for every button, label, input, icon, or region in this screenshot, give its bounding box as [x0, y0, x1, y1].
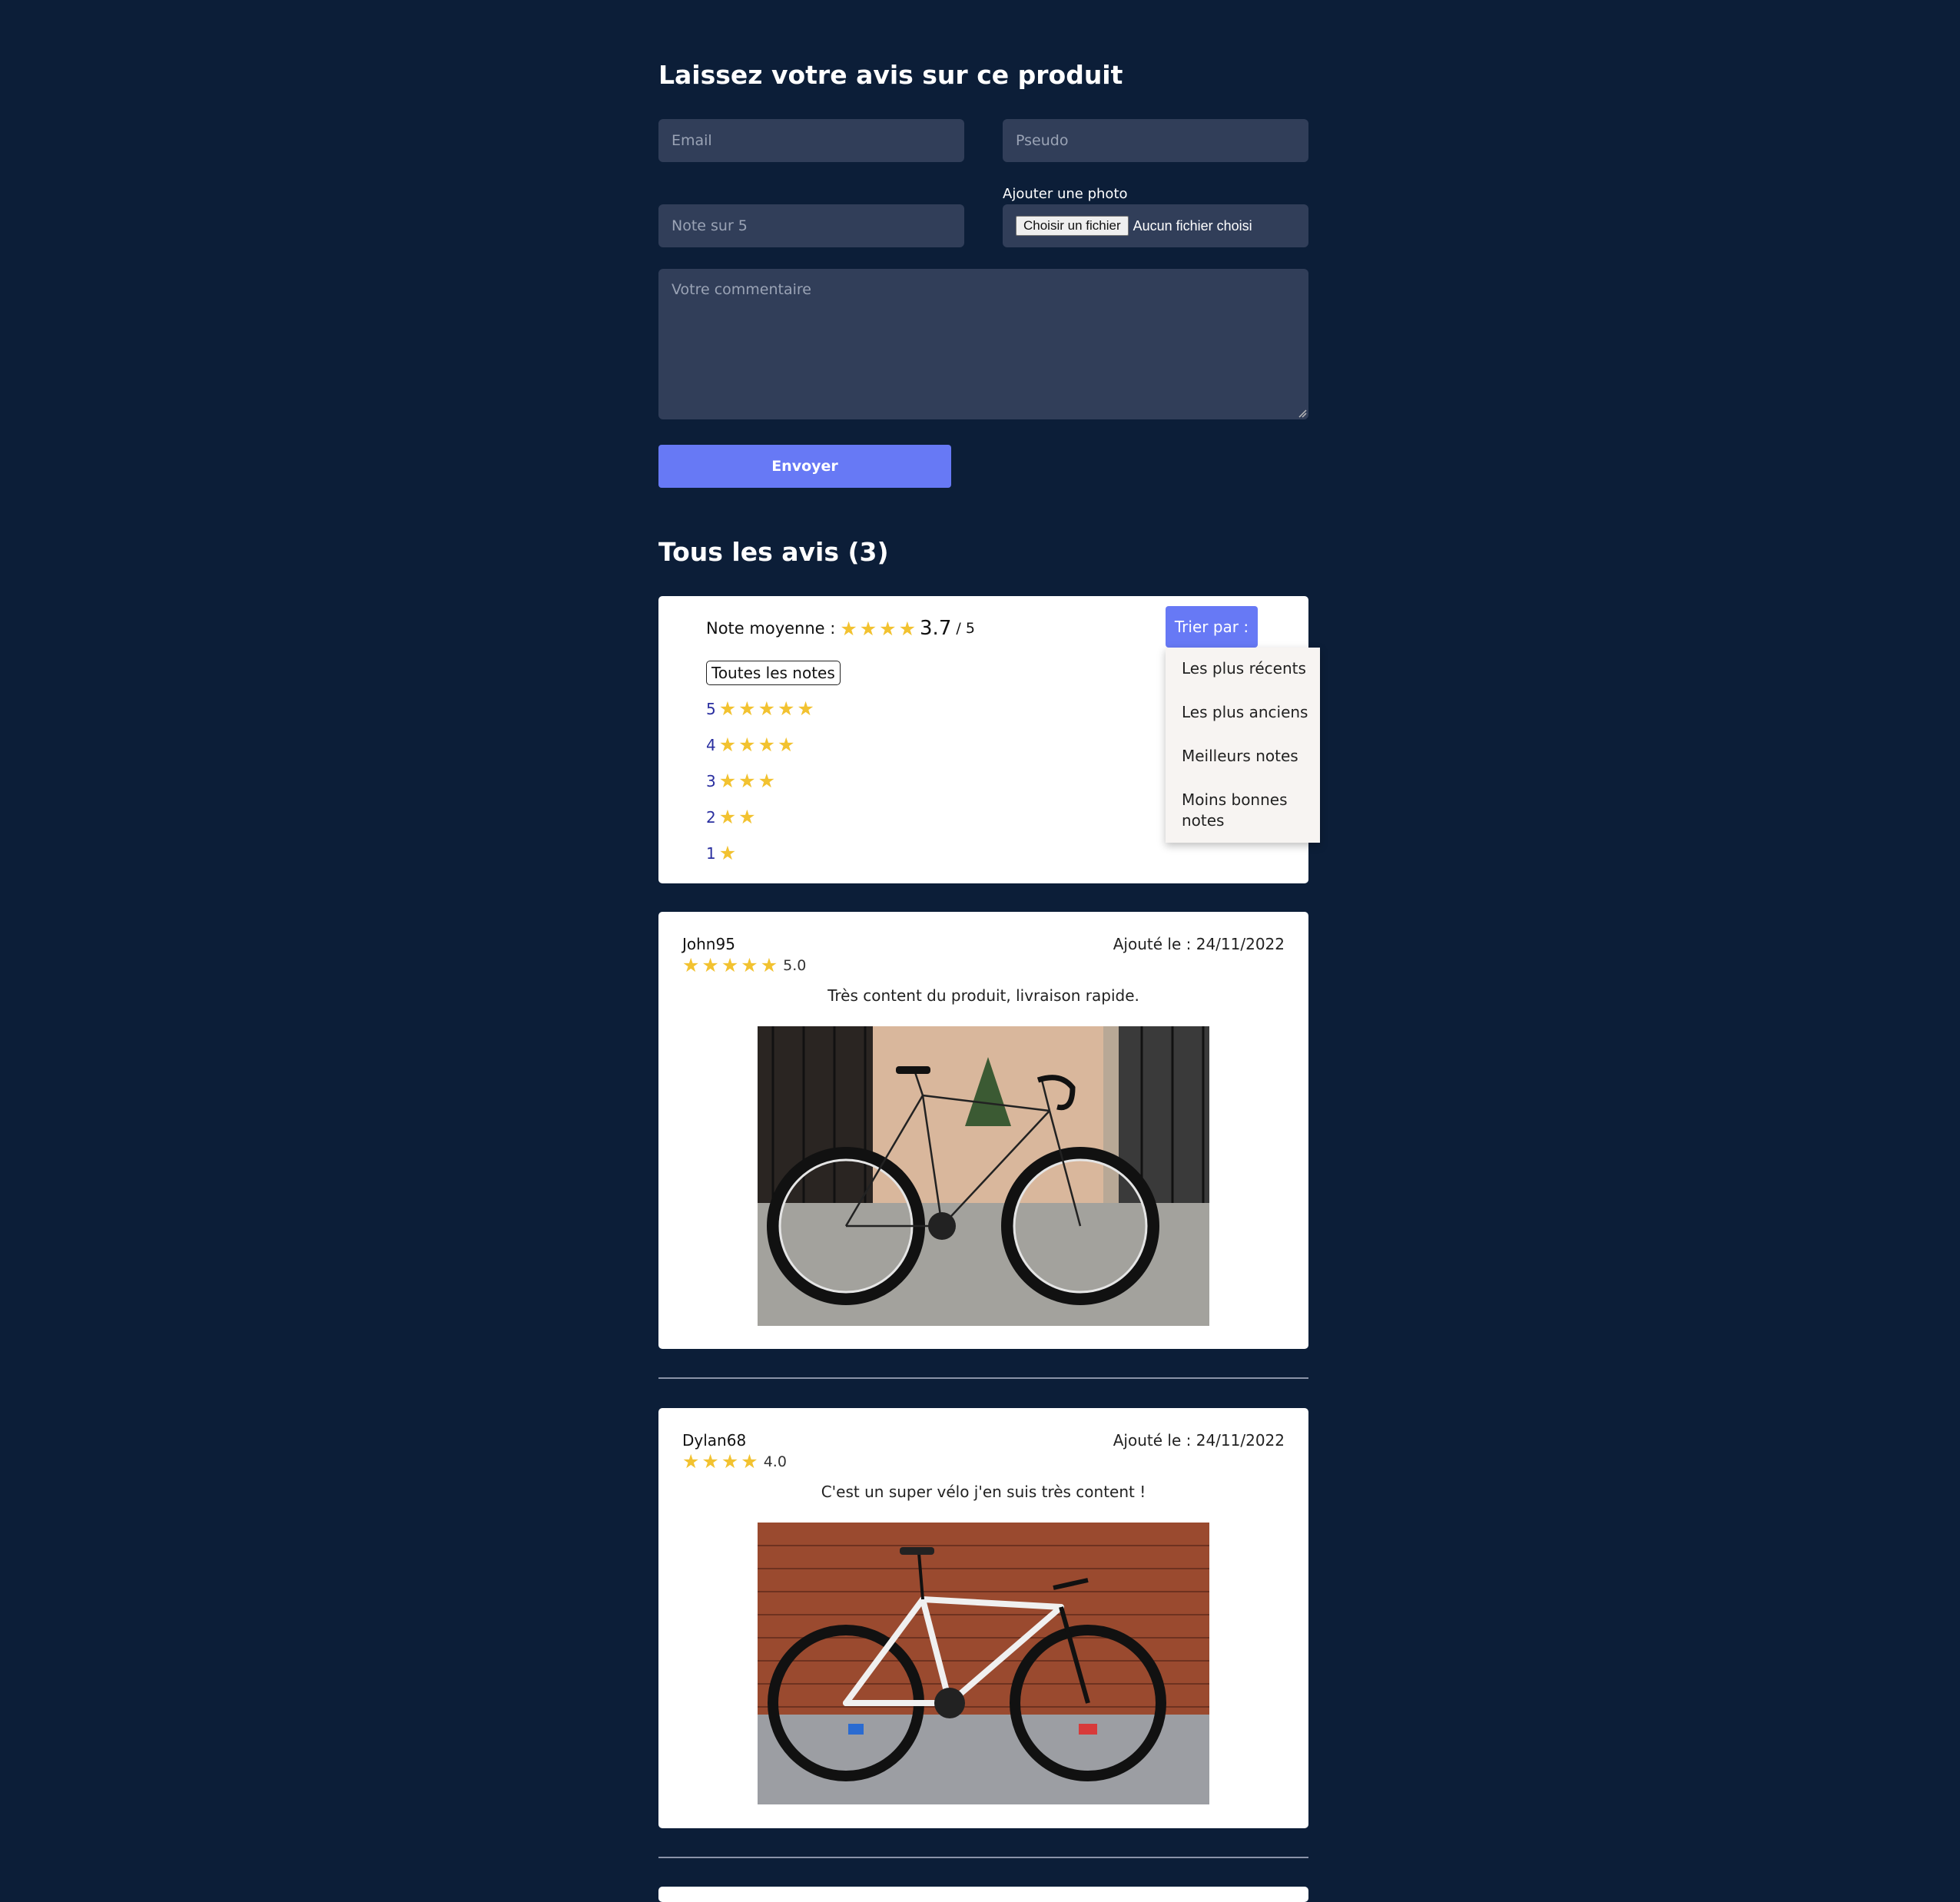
review-photo-black-bike: [758, 1026, 1209, 1326]
star-icon: ★: [778, 734, 795, 756]
email-placeholder: Email: [672, 132, 712, 149]
sort-button[interactable]: Trier par :: [1166, 606, 1258, 648]
sort-dropdown-menu: Les plus récents Les plus anciens Meille…: [1166, 648, 1320, 843]
comment-placeholder: Votre commentaire: [672, 281, 811, 298]
form-title: Laissez votre avis sur ce produit: [658, 60, 1123, 90]
star-icon: ★: [738, 698, 756, 720]
review-card: [658, 1887, 1308, 1902]
sort-option-oldest[interactable]: Les plus anciens: [1182, 702, 1308, 723]
sort-option-worst[interactable]: Moins bonnes notes: [1182, 790, 1312, 831]
star-icon: ★: [778, 698, 795, 720]
star-icon: ★: [738, 770, 756, 792]
review-rating-value: 4.0: [763, 1453, 787, 1470]
review-rating: ★ ★ ★ ★ 4.0: [682, 1452, 787, 1471]
star-icon: ★: [840, 617, 857, 640]
review-comment: Très content du produit, livraison rapid…: [827, 986, 1139, 1005]
average-stars: ★ ★ ★ ★: [840, 619, 918, 638]
pseudo-field[interactable]: Pseudo: [1003, 119, 1308, 162]
filter-rating-2[interactable]: 2 ★ ★: [706, 807, 758, 827]
photo-label: Ajouter une photo: [1003, 186, 1128, 202]
star-icon: ★: [718, 734, 737, 756]
submit-button[interactable]: Envoyer: [658, 445, 951, 488]
rating-level-label: 3: [706, 771, 716, 790]
rating-level-label: 2: [706, 807, 716, 827]
review-rating: ★ ★ ★ ★ ★ 5.0: [682, 956, 806, 975]
star-icon: ★: [718, 842, 737, 864]
star-icon: ★: [758, 698, 775, 720]
star-icon: ★: [859, 617, 877, 640]
rating-field[interactable]: Note sur 5: [658, 204, 964, 247]
email-field[interactable]: Email: [658, 119, 964, 162]
photo-upload-field[interactable]: Choisir un fichier Aucun fichier choisi: [1003, 204, 1308, 247]
star-icon: ★: [898, 617, 917, 640]
filter-rating-1[interactable]: 1 ★: [706, 843, 738, 863]
review-card: Dylan68 Ajouté le : 24/11/2022 ★ ★ ★ ★ 4.0 …: [658, 1408, 1308, 1828]
review-author: Dylan68: [682, 1431, 747, 1450]
star-icon: ★: [758, 770, 775, 792]
filter-rating-5[interactable]: 5 ★ ★ ★ ★ ★: [706, 699, 817, 718]
filter-rating-4[interactable]: 4 ★ ★ ★ ★: [706, 735, 797, 754]
average-value: 3.7: [920, 617, 952, 640]
average-label: Note moyenne :: [706, 619, 836, 638]
comment-textarea[interactable]: Votre commentaire: [658, 269, 1308, 419]
filter-all-ratings[interactable]: Toutes les notes: [706, 661, 841, 685]
star-icon: ★: [797, 698, 814, 720]
average-rating: Note moyenne : ★ ★ ★ ★ 3.7 / 5: [706, 617, 975, 640]
choose-file-button[interactable]: Choisir un fichier: [1016, 216, 1129, 236]
star-icon: ★: [879, 617, 897, 640]
rating-level-label: 4: [706, 735, 716, 754]
review-date: Ajouté le : 24/11/2022: [1113, 935, 1285, 953]
star-icon: ★: [741, 954, 758, 976]
star-icon: ★: [682, 954, 700, 976]
review-divider: [658, 1377, 1308, 1379]
file-status: Aucun fichier choisi: [1133, 217, 1252, 234]
review-rating-value: 5.0: [783, 956, 807, 974]
review-date: Ajouté le : 24/11/2022: [1113, 1431, 1285, 1450]
star-icon: ★: [718, 806, 737, 828]
star-icon: ★: [718, 698, 737, 720]
review-divider: [658, 1857, 1308, 1858]
star-icon: ★: [738, 806, 756, 828]
star-icon: ★: [701, 1450, 719, 1473]
rating-level-label: 1: [706, 843, 716, 863]
star-icon: ★: [721, 1450, 739, 1473]
star-icon: ★: [741, 1450, 758, 1473]
star-icon: ★: [718, 770, 737, 792]
star-icon: ★: [701, 954, 719, 976]
star-icon: ★: [721, 954, 739, 976]
star-icon: ★: [682, 1450, 700, 1473]
review-photo-white-bike: [758, 1523, 1209, 1804]
star-icon: ★: [738, 734, 756, 756]
resize-handle-icon[interactable]: [1298, 409, 1307, 418]
sort-option-recent[interactable]: Les plus récents: [1182, 658, 1306, 679]
review-card: John95 Ajouté le : 24/11/2022 ★ ★ ★ ★ ★ 5.0 …: [658, 912, 1308, 1349]
rating-placeholder: Note sur 5: [672, 217, 748, 234]
average-max: / 5: [956, 620, 975, 637]
reviews-title: Tous les avis (3): [658, 537, 889, 567]
star-icon: ★: [758, 734, 775, 756]
sort-option-best[interactable]: Meilleurs notes: [1182, 746, 1298, 767]
rating-level-label: 5: [706, 699, 716, 718]
star-icon: ★: [760, 954, 778, 976]
review-author: John95: [682, 935, 735, 953]
filter-rating-3[interactable]: 3 ★ ★ ★: [706, 771, 778, 790]
review-comment: C'est un super vélo j'en suis très conte…: [821, 1483, 1146, 1501]
pseudo-placeholder: Pseudo: [1016, 132, 1069, 149]
